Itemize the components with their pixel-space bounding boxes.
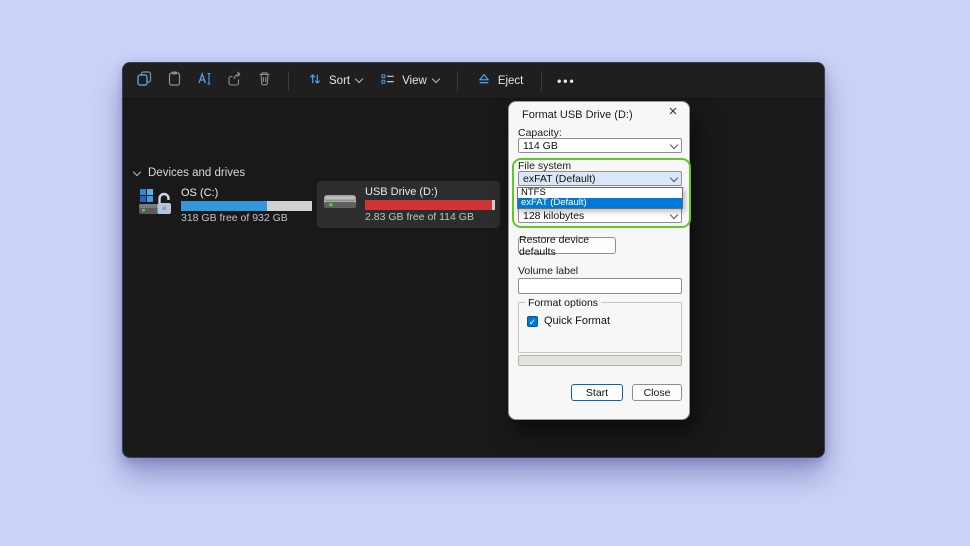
sort-button[interactable]: Sort: [298, 68, 371, 94]
capacity-bar: [181, 201, 312, 211]
more-options-button[interactable]: •••: [551, 68, 581, 94]
drive-tile-os-c[interactable]: OS (C:) 318 GB free of 932 GB: [133, 182, 317, 229]
start-button[interactable]: Start: [571, 384, 623, 401]
restore-device-defaults-button[interactable]: Restore device defaults: [518, 234, 616, 258]
toolbar-separator: [288, 70, 289, 91]
drive-tile-usb-d[interactable]: USB Drive (D:) 2.83 GB free of 114 GB: [317, 181, 500, 228]
volume-label-input[interactable]: [518, 278, 682, 294]
collapse-chevron-icon: [132, 167, 142, 176]
file-system-option-list: NTFS exFAT (Default): [517, 187, 683, 209]
view-button-label: View: [402, 74, 427, 87]
chevron-down-icon: [669, 173, 679, 183]
file-system-value: exFAT (Default): [523, 172, 596, 185]
eject-icon: [476, 71, 492, 90]
capacity-dropdown[interactable]: 114 GB: [518, 138, 682, 153]
sort-icon: [307, 71, 323, 90]
drive-name: OS (C:): [181, 187, 219, 199]
quick-format-checkbox[interactable]: ✓: [527, 315, 538, 327]
chevron-down-icon: [354, 74, 364, 84]
format-progress-bar: [518, 355, 682, 366]
volume-label-label: Volume label: [518, 265, 579, 277]
format-options-group: Format options ✓ Quick Format: [518, 297, 682, 353]
capacity-bar-fill: [365, 200, 492, 210]
chevron-down-icon: [431, 74, 441, 84]
eject-button-label: Eject: [497, 74, 524, 87]
capacity-value: 114 GB: [523, 139, 558, 152]
drive-free-space: 2.83 GB free of 114 GB: [365, 211, 474, 223]
toolbar-separator: [456, 70, 458, 91]
chevron-down-icon: [669, 140, 679, 150]
drive-info: OS (C:) 318 GB free of 932 GB: [181, 187, 312, 224]
format-options-label: Format options: [525, 297, 602, 309]
drive-info: USB Drive (D:) 2.83 GB free of 114 GB: [365, 186, 495, 223]
close-button[interactable]: Close: [632, 384, 682, 401]
delete-icon: [256, 70, 273, 92]
file-system-dropdown[interactable]: exFAT (Default): [518, 171, 682, 186]
capacity-bar: [365, 200, 495, 210]
allocation-unit-value: 128 kilobytes: [523, 209, 585, 222]
os-drive-icon: [138, 187, 174, 224]
paste-button[interactable]: [159, 68, 189, 94]
drive-name: USB Drive (D:): [365, 186, 438, 198]
sort-button-label: Sort: [329, 74, 351, 87]
copy-button[interactable]: [129, 68, 159, 94]
devices-and-drives-header[interactable]: Devices and drives: [132, 167, 246, 179]
more-icon: •••: [557, 73, 576, 88]
view-button[interactable]: View: [371, 68, 448, 94]
file-system-option-exfat[interactable]: exFAT (Default): [518, 198, 682, 208]
toolbar-separator: [541, 70, 543, 91]
share-button[interactable]: [219, 68, 249, 94]
share-icon: [226, 70, 243, 92]
paste-icon: [166, 70, 183, 92]
delete-button[interactable]: [249, 68, 279, 94]
eject-button[interactable]: Eject: [467, 68, 533, 94]
close-icon[interactable]: ×: [665, 104, 681, 120]
rename-icon: [196, 70, 213, 92]
copy-icon: [136, 70, 153, 92]
quick-format-label: Quick Format: [544, 315, 611, 327]
quick-format-row[interactable]: ✓ Quick Format: [527, 315, 610, 327]
rename-button[interactable]: [189, 68, 219, 94]
view-icon: [380, 71, 396, 90]
format-usb-drive-dialog: Format USB Drive (D:) × Capacity: 114 GB…: [508, 101, 691, 420]
dialog-title: Format USB Drive (D:): [522, 109, 633, 121]
file-explorer-window: Sort View Eject ••• Devices and drives O…: [122, 62, 825, 458]
usb-drive-icon: [322, 188, 358, 221]
drive-free-space: 318 GB free of 932 GB: [181, 212, 288, 224]
chevron-down-icon: [669, 210, 679, 220]
devices-and-drives-label: Devices and drives: [148, 167, 246, 179]
allocation-unit-dropdown[interactable]: 128 kilobytes: [518, 208, 682, 223]
capacity-bar-fill: [181, 201, 268, 211]
explorer-command-bar: Sort View Eject •••: [123, 63, 824, 99]
